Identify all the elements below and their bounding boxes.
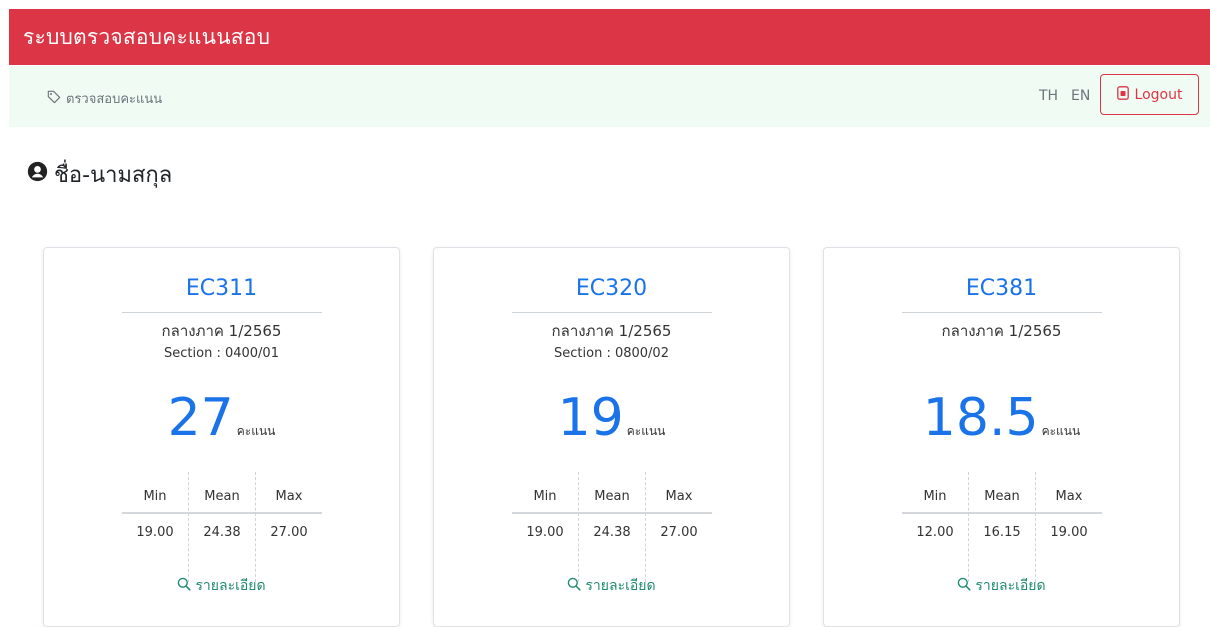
max-value: 19.00 [1050,525,1088,540]
stats-mean-column: Mean 24.38 [579,472,645,582]
course-code[interactable]: EC381 [824,276,1179,301]
max-value: 27.00 [660,525,698,540]
lang-th-link[interactable]: TH [1039,88,1058,104]
breadcrumb[interactable]: ตรวจสอบคะแนน [47,88,162,109]
min-value: 19.00 [526,525,564,540]
score-display: 19 คะแนน [434,388,789,448]
mean-value: 24.38 [203,525,241,540]
exam-term: กลางภาค 1/2565 [161,322,282,340]
stats-max-column: Max 27.00 [256,472,322,582]
course-code[interactable]: EC311 [44,276,399,301]
search-icon [567,577,581,595]
divider [122,312,322,313]
lang-en-link[interactable]: EN [1071,88,1090,104]
score-value: 27 [167,388,234,448]
min-header: Min [923,489,947,504]
mean-header: Mean [594,489,630,504]
score-unit: คะแนน [236,424,276,438]
max-header: Max [275,489,303,504]
stats-min-column: Min 19.00 [122,472,188,582]
user-circle-icon [27,161,48,188]
logout-button[interactable]: Logout [1100,74,1199,115]
divider [512,312,712,313]
stats-max-column: Max 27.00 [646,472,712,582]
tag-icon [47,90,61,108]
exam-term: กลางภาค 1/2565 [941,322,1062,340]
max-value: 27.00 [270,525,308,540]
score-value: 18.5 [922,388,1039,448]
breadcrumb-label: ตรวจสอบคะแนน [66,92,163,107]
score-value: 19 [557,388,624,448]
score-unit: คะแนน [626,424,666,438]
section-label: Section : 0800/02 [554,346,669,361]
user-name: ชื่อ-นามสกุล [54,163,173,188]
stats-table: Min 19.00 Mean 24.38 Max 27.00 [512,472,712,582]
stats-min-column: Min 12.00 [902,472,968,582]
detail-label: รายละเอียด [195,578,266,594]
min-value: 12.00 [916,525,954,540]
detail-link[interactable]: รายละเอียด [824,575,1179,597]
detail-label: รายละเอียด [585,578,656,594]
stats-min-column: Min 19.00 [512,472,578,582]
min-header: Min [143,489,167,504]
detail-label: รายละเอียด [975,578,1046,594]
stats-max-column: Max 19.00 [1036,472,1102,582]
section-label: Section : 0400/01 [164,346,279,361]
score-card: EC381 กลางภาค 1/2565 18.5 คะแนน Min 12.0… [823,247,1180,627]
app-title: ระบบตรวจสอบคะแนนสอบ [23,24,271,49]
min-header: Min [533,489,557,504]
stats-table: Min 19.00 Mean 24.38 Max 27.00 [122,472,322,582]
course-code[interactable]: EC320 [434,276,789,301]
exam-term: กลางภาค 1/2565 [551,322,672,340]
stats-mean-column: Mean 16.15 [969,472,1035,582]
divider [902,312,1102,313]
max-header: Max [665,489,693,504]
mean-header: Mean [984,489,1020,504]
search-icon [177,577,191,595]
search-icon [957,577,971,595]
detail-link[interactable]: รายละเอียด [434,575,789,597]
lock-icon [1116,85,1129,104]
score-card: EC311 กลางภาค 1/2565 Section : 0400/01 2… [43,247,400,627]
mean-value: 24.38 [593,525,631,540]
max-header: Max [1055,489,1083,504]
score-unit: คะแนน [1041,424,1081,438]
score-display: 27 คะแนน [44,388,399,448]
score-display: 18.5 คะแนน [824,388,1179,448]
detail-link[interactable]: รายละเอียด [44,575,399,597]
min-value: 19.00 [136,525,174,540]
stats-mean-column: Mean 24.38 [189,472,255,582]
mean-value: 16.15 [983,525,1021,540]
nav-bar: ตรวจสอบคะแนน TH EN Logout [9,66,1210,127]
app-header: ระบบตรวจสอบคะแนนสอบ [9,9,1210,65]
mean-header: Mean [204,489,240,504]
score-card: EC320 กลางภาค 1/2565 Section : 0800/02 1… [433,247,790,627]
stats-table: Min 12.00 Mean 16.15 Max 19.00 [902,472,1102,582]
logout-label: Logout [1134,86,1183,103]
user-heading: ชื่อ-นามสกุล [27,157,172,192]
